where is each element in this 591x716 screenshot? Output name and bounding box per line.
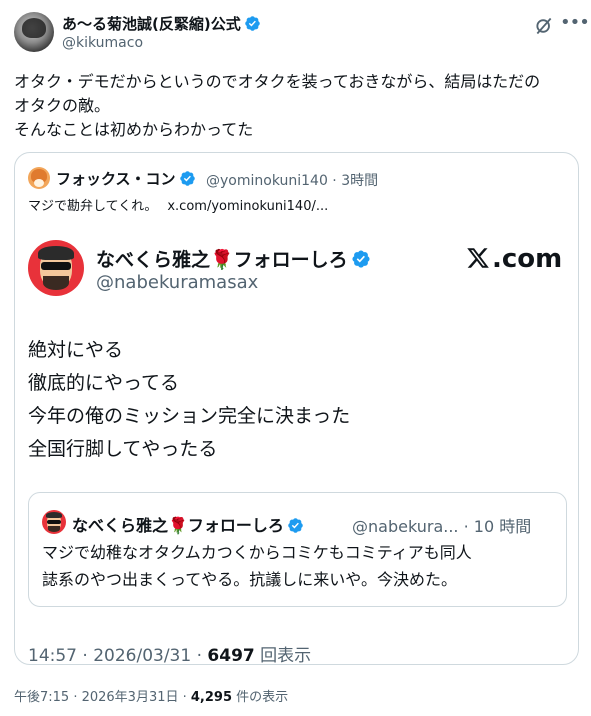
verified-badge-icon bbox=[179, 171, 195, 186]
embedded-author-name: なべくら雅之🌹フォローしろ bbox=[96, 249, 348, 271]
tweet-timestamp-row: 午後7:15 · 2026年3月31日 · 4,295 件の表示 bbox=[14, 686, 288, 705]
inner-author-avatar bbox=[42, 510, 66, 534]
more-options-icon[interactable]: ••• bbox=[560, 13, 590, 35]
verified-badge-icon bbox=[244, 16, 260, 31]
tweet-view-count: 4,295 bbox=[190, 690, 233, 705]
embedded-author-avatar bbox=[28, 240, 84, 296]
x-logo-icon bbox=[467, 248, 489, 268]
inner-author-name-row: なべくら雅之🌹フォローしろ bbox=[72, 512, 304, 536]
quote-author-name-row[interactable]: フォックス・コン bbox=[56, 168, 196, 189]
quote-meta[interactable]: @yominokuni140 · 3時間 bbox=[206, 170, 378, 190]
grok-icon[interactable] bbox=[534, 16, 554, 36]
author-avatar[interactable] bbox=[14, 12, 54, 52]
quote-text-body: マジで勘弁してくれ。 bbox=[28, 199, 158, 214]
quote-text: マジで勘弁してくれ。 x.com/yominokuni140/... bbox=[28, 195, 328, 214]
embedded-author-name-row: なべくら雅之🌹フォローしろ bbox=[96, 245, 371, 272]
inner-meta: @nabekura... · 10 時間 bbox=[352, 517, 532, 536]
quote-link[interactable]: x.com/yominokuni140/... bbox=[167, 199, 328, 214]
embedded-footer-time: 14:57 · 2026/03/31 · bbox=[28, 646, 208, 666]
tweet-text: オタク・デモだからというのでオタクを装っておきながら、結局はただの オタクの敵。… bbox=[14, 72, 541, 139]
embedded-body-text: 絶対にやる 徹底的にやってる 今年の俺のミッション完全に決まった 全国行脚してや… bbox=[28, 339, 351, 460]
author-handle[interactable]: @kikumaco bbox=[62, 35, 143, 51]
verified-badge-icon bbox=[352, 250, 370, 268]
author-name[interactable]: あ〜る菊池誠(反緊縮)公式 bbox=[62, 15, 241, 33]
tweet-view-label: 件の表示 bbox=[232, 690, 289, 705]
author-name-row[interactable]: あ〜る菊池誠(反緊縮)公式 bbox=[62, 13, 261, 34]
quote-author-name[interactable]: フォックス・コン bbox=[56, 170, 176, 188]
xcom-logo: .com bbox=[466, 244, 562, 274]
embedded-author-handle: @nabekuramasax bbox=[96, 272, 259, 293]
inner-text: マジで幼稚なオタクムカつくからコミケもコミティアも同人 誌系のやつ出まくってやる… bbox=[42, 543, 472, 589]
inner-author-name: なべくら雅之🌹フォローしろ bbox=[72, 516, 284, 535]
tweet-timestamp[interactable]: 午後7:15 · 2026年3月31日 · bbox=[14, 690, 191, 705]
xcom-text: .com bbox=[492, 244, 563, 274]
embedded-footer: 14:57 · 2026/03/31 · 6497 回表示 bbox=[28, 641, 311, 666]
quote-author-avatar[interactable] bbox=[28, 167, 50, 189]
embedded-footer-views-label: 回表示 bbox=[254, 646, 312, 666]
embedded-footer-views: 6497 bbox=[207, 646, 255, 666]
verified-badge-icon bbox=[288, 518, 303, 533]
